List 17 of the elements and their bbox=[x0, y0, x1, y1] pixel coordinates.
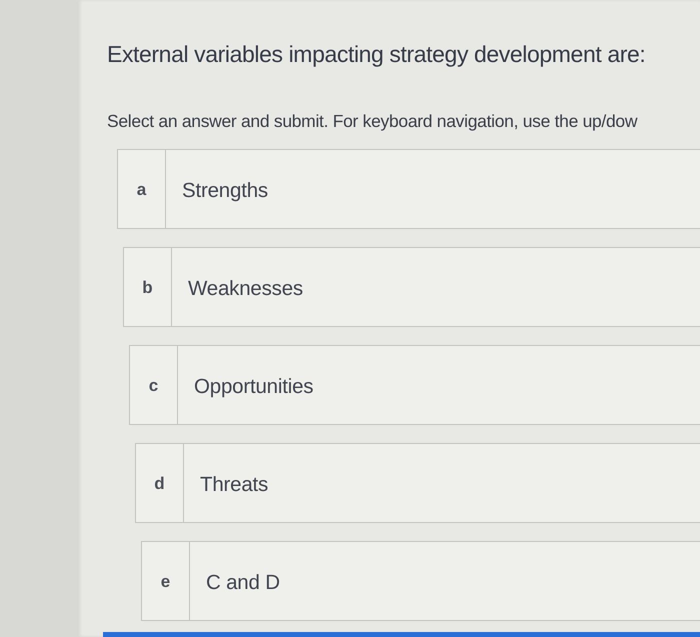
option-letter: b bbox=[142, 278, 153, 298]
option-letter: a bbox=[136, 180, 146, 200]
option-text: Weaknesses bbox=[188, 277, 303, 301]
option-text: Strengths bbox=[182, 179, 268, 203]
answer-option[interactable]: e C and D bbox=[141, 541, 700, 621]
question-title: External variables impacting strategy development are: bbox=[107, 41, 646, 68]
answer-instruction: Select an answer and submit. For keyboard navigation, use the up/dow bbox=[107, 111, 638, 132]
answer-option[interactable]: a Strengths bbox=[117, 149, 700, 229]
option-text: Opportunities bbox=[194, 375, 314, 399]
option-letter: e bbox=[160, 572, 170, 592]
answer-option[interactable]: c Opportunities bbox=[129, 345, 700, 425]
option-text: C and D bbox=[206, 571, 280, 595]
option-text: Threats bbox=[200, 473, 268, 497]
answer-option[interactable]: d Threats bbox=[135, 443, 700, 523]
option-letter: c bbox=[148, 376, 158, 396]
answer-option[interactable]: b Weaknesses bbox=[123, 247, 700, 327]
option-letter: d bbox=[154, 474, 165, 494]
